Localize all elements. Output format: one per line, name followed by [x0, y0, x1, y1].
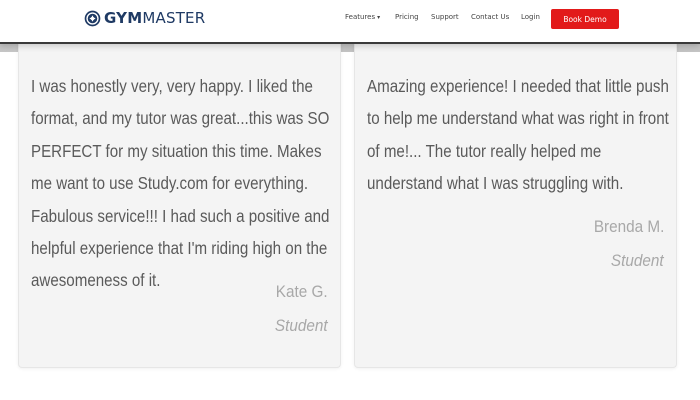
- gymmaster-logo[interactable]: GYMMASTER: [84, 8, 205, 28]
- nav-item-label: Pricing: [395, 13, 419, 21]
- logo-wordmark: GYMMASTER: [104, 8, 205, 28]
- testimonial-card: Amazing experience! I needed that little…: [354, 42, 677, 368]
- nav-item-label: Login: [521, 13, 540, 21]
- testimonial-author: Kate G.: [276, 282, 328, 301]
- testimonial-role: Student: [611, 251, 664, 270]
- nav-item-label: Contact Us: [471, 13, 510, 21]
- gymmaster-logo-icon: [84, 10, 101, 26]
- nav-item-label: Support: [431, 13, 459, 21]
- nav-item-support[interactable]: Support: [431, 13, 459, 21]
- chevron-down-icon: ▾: [377, 14, 381, 21]
- nav-item-login[interactable]: Login: [521, 13, 540, 21]
- nav-item-label: Features: [345, 13, 376, 21]
- testimonial-quote: Amazing experience! I needed that little…: [367, 76, 669, 194]
- book-demo-button[interactable]: Book Demo: [551, 9, 619, 29]
- testimonial-quote: I was honestly very, very happy. I liked…: [31, 76, 330, 291]
- book-demo-label: Book Demo: [563, 14, 607, 24]
- nav-item-features[interactable]: Features ▾: [345, 13, 380, 21]
- site-header: GYMMASTER Features ▾ Pricing Support Cont…: [0, 0, 700, 44]
- nav-item-contact-us[interactable]: Contact Us: [471, 13, 509, 21]
- nav-item-pricing[interactable]: Pricing: [395, 13, 419, 21]
- logo-master-text: MASTER: [142, 9, 206, 27]
- testimonial-role: Student: [275, 316, 328, 335]
- testimonial-author: Brenda M.: [593, 217, 664, 236]
- testimonial-card: I was honestly very, very happy. I liked…: [18, 42, 341, 368]
- logo-gym-text: GYM: [104, 9, 143, 27]
